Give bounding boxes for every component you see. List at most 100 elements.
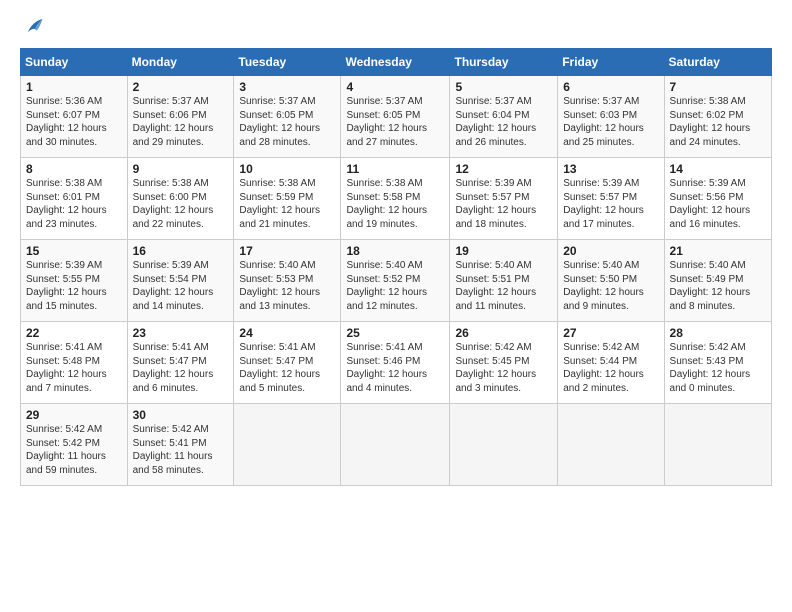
day-info: Sunrise: 5:41 AM Sunset: 5:48 PM Dayligh… — [26, 341, 122, 395]
calendar-cell: 21Sunrise: 5:40 AM Sunset: 5:49 PM Dayli… — [664, 240, 771, 322]
day-info: Sunrise: 5:37 AM Sunset: 6:06 PM Dayligh… — [133, 95, 229, 149]
calendar-header: SundayMondayTuesdayWednesdayThursdayFrid… — [21, 49, 772, 76]
calendar-week-2: 8Sunrise: 5:38 AM Sunset: 6:01 PM Daylig… — [21, 158, 772, 240]
calendar-cell: 30Sunrise: 5:42 AM Sunset: 5:41 PM Dayli… — [127, 404, 234, 486]
day-info: Sunrise: 5:36 AM Sunset: 6:07 PM Dayligh… — [26, 95, 122, 149]
day-info: Sunrise: 5:41 AM Sunset: 5:47 PM Dayligh… — [239, 341, 335, 395]
calendar-cell: 29Sunrise: 5:42 AM Sunset: 5:42 PM Dayli… — [21, 404, 128, 486]
day-number: 8 — [26, 162, 122, 176]
calendar-cell — [234, 404, 341, 486]
day-info: Sunrise: 5:37 AM Sunset: 6:05 PM Dayligh… — [346, 95, 444, 149]
calendar-week-4: 22Sunrise: 5:41 AM Sunset: 5:48 PM Dayli… — [21, 322, 772, 404]
calendar-cell: 16Sunrise: 5:39 AM Sunset: 5:54 PM Dayli… — [127, 240, 234, 322]
day-info: Sunrise: 5:42 AM Sunset: 5:41 PM Dayligh… — [133, 423, 229, 477]
day-number: 20 — [563, 244, 658, 258]
calendar-cell — [450, 404, 558, 486]
day-info: Sunrise: 5:42 AM Sunset: 5:44 PM Dayligh… — [563, 341, 658, 395]
weekday-thursday: Thursday — [450, 49, 558, 76]
day-info: Sunrise: 5:37 AM Sunset: 6:04 PM Dayligh… — [455, 95, 552, 149]
calendar-cell: 25Sunrise: 5:41 AM Sunset: 5:46 PM Dayli… — [341, 322, 450, 404]
day-number: 29 — [26, 408, 122, 422]
day-number: 21 — [670, 244, 766, 258]
day-info: Sunrise: 5:40 AM Sunset: 5:53 PM Dayligh… — [239, 259, 335, 313]
calendar-week-3: 15Sunrise: 5:39 AM Sunset: 5:55 PM Dayli… — [21, 240, 772, 322]
calendar-week-5: 29Sunrise: 5:42 AM Sunset: 5:42 PM Dayli… — [21, 404, 772, 486]
day-info: Sunrise: 5:38 AM Sunset: 6:01 PM Dayligh… — [26, 177, 122, 231]
calendar-cell: 20Sunrise: 5:40 AM Sunset: 5:50 PM Dayli… — [558, 240, 664, 322]
calendar-cell — [664, 404, 771, 486]
day-info: Sunrise: 5:42 AM Sunset: 5:42 PM Dayligh… — [26, 423, 122, 477]
day-info: Sunrise: 5:38 AM Sunset: 5:58 PM Dayligh… — [346, 177, 444, 231]
weekday-friday: Friday — [558, 49, 664, 76]
day-number: 10 — [239, 162, 335, 176]
day-number: 7 — [670, 80, 766, 94]
calendar-week-1: 1Sunrise: 5:36 AM Sunset: 6:07 PM Daylig… — [21, 76, 772, 158]
day-number: 9 — [133, 162, 229, 176]
calendar-cell: 14Sunrise: 5:39 AM Sunset: 5:56 PM Dayli… — [664, 158, 771, 240]
day-number: 6 — [563, 80, 658, 94]
day-number: 27 — [563, 326, 658, 340]
day-info: Sunrise: 5:41 AM Sunset: 5:46 PM Dayligh… — [346, 341, 444, 395]
header — [20, 16, 772, 38]
calendar-cell: 22Sunrise: 5:41 AM Sunset: 5:48 PM Dayli… — [21, 322, 128, 404]
day-number: 2 — [133, 80, 229, 94]
day-info: Sunrise: 5:39 AM Sunset: 5:57 PM Dayligh… — [455, 177, 552, 231]
weekday-tuesday: Tuesday — [234, 49, 341, 76]
logo — [20, 16, 44, 38]
calendar-body: 1Sunrise: 5:36 AM Sunset: 6:07 PM Daylig… — [21, 76, 772, 486]
calendar-cell: 2Sunrise: 5:37 AM Sunset: 6:06 PM Daylig… — [127, 76, 234, 158]
day-number: 1 — [26, 80, 122, 94]
day-number: 5 — [455, 80, 552, 94]
day-number: 26 — [455, 326, 552, 340]
calendar-cell: 3Sunrise: 5:37 AM Sunset: 6:05 PM Daylig… — [234, 76, 341, 158]
calendar-cell: 24Sunrise: 5:41 AM Sunset: 5:47 PM Dayli… — [234, 322, 341, 404]
day-info: Sunrise: 5:38 AM Sunset: 6:02 PM Dayligh… — [670, 95, 766, 149]
calendar-cell: 15Sunrise: 5:39 AM Sunset: 5:55 PM Dayli… — [21, 240, 128, 322]
day-number: 13 — [563, 162, 658, 176]
weekday-sunday: Sunday — [21, 49, 128, 76]
calendar-cell: 13Sunrise: 5:39 AM Sunset: 5:57 PM Dayli… — [558, 158, 664, 240]
calendar-cell: 26Sunrise: 5:42 AM Sunset: 5:45 PM Dayli… — [450, 322, 558, 404]
day-number: 17 — [239, 244, 335, 258]
day-info: Sunrise: 5:40 AM Sunset: 5:52 PM Dayligh… — [346, 259, 444, 313]
calendar-cell: 6Sunrise: 5:37 AM Sunset: 6:03 PM Daylig… — [558, 76, 664, 158]
day-info: Sunrise: 5:39 AM Sunset: 5:54 PM Dayligh… — [133, 259, 229, 313]
calendar-cell: 27Sunrise: 5:42 AM Sunset: 5:44 PM Dayli… — [558, 322, 664, 404]
page: SundayMondayTuesdayWednesdayThursdayFrid… — [0, 0, 792, 612]
day-info: Sunrise: 5:40 AM Sunset: 5:51 PM Dayligh… — [455, 259, 552, 313]
calendar-cell: 4Sunrise: 5:37 AM Sunset: 6:05 PM Daylig… — [341, 76, 450, 158]
day-info: Sunrise: 5:40 AM Sunset: 5:49 PM Dayligh… — [670, 259, 766, 313]
logo-bird-icon — [22, 16, 44, 38]
day-number: 18 — [346, 244, 444, 258]
calendar-cell: 1Sunrise: 5:36 AM Sunset: 6:07 PM Daylig… — [21, 76, 128, 158]
calendar-cell: 12Sunrise: 5:39 AM Sunset: 5:57 PM Dayli… — [450, 158, 558, 240]
day-info: Sunrise: 5:38 AM Sunset: 5:59 PM Dayligh… — [239, 177, 335, 231]
calendar-cell — [558, 404, 664, 486]
calendar-cell: 18Sunrise: 5:40 AM Sunset: 5:52 PM Dayli… — [341, 240, 450, 322]
calendar-cell — [341, 404, 450, 486]
day-number: 23 — [133, 326, 229, 340]
day-info: Sunrise: 5:40 AM Sunset: 5:50 PM Dayligh… — [563, 259, 658, 313]
day-number: 3 — [239, 80, 335, 94]
day-info: Sunrise: 5:37 AM Sunset: 6:03 PM Dayligh… — [563, 95, 658, 149]
day-info: Sunrise: 5:39 AM Sunset: 5:55 PM Dayligh… — [26, 259, 122, 313]
day-info: Sunrise: 5:42 AM Sunset: 5:45 PM Dayligh… — [455, 341, 552, 395]
day-number: 16 — [133, 244, 229, 258]
day-number: 11 — [346, 162, 444, 176]
day-number: 12 — [455, 162, 552, 176]
calendar-cell: 19Sunrise: 5:40 AM Sunset: 5:51 PM Dayli… — [450, 240, 558, 322]
day-number: 25 — [346, 326, 444, 340]
day-number: 30 — [133, 408, 229, 422]
day-number: 22 — [26, 326, 122, 340]
day-info: Sunrise: 5:38 AM Sunset: 6:00 PM Dayligh… — [133, 177, 229, 231]
calendar-cell: 9Sunrise: 5:38 AM Sunset: 6:00 PM Daylig… — [127, 158, 234, 240]
day-info: Sunrise: 5:42 AM Sunset: 5:43 PM Dayligh… — [670, 341, 766, 395]
day-number: 14 — [670, 162, 766, 176]
calendar-cell: 5Sunrise: 5:37 AM Sunset: 6:04 PM Daylig… — [450, 76, 558, 158]
day-info: Sunrise: 5:39 AM Sunset: 5:56 PM Dayligh… — [670, 177, 766, 231]
calendar-cell: 23Sunrise: 5:41 AM Sunset: 5:47 PM Dayli… — [127, 322, 234, 404]
calendar-cell: 8Sunrise: 5:38 AM Sunset: 6:01 PM Daylig… — [21, 158, 128, 240]
day-number: 4 — [346, 80, 444, 94]
weekday-wednesday: Wednesday — [341, 49, 450, 76]
weekday-monday: Monday — [127, 49, 234, 76]
